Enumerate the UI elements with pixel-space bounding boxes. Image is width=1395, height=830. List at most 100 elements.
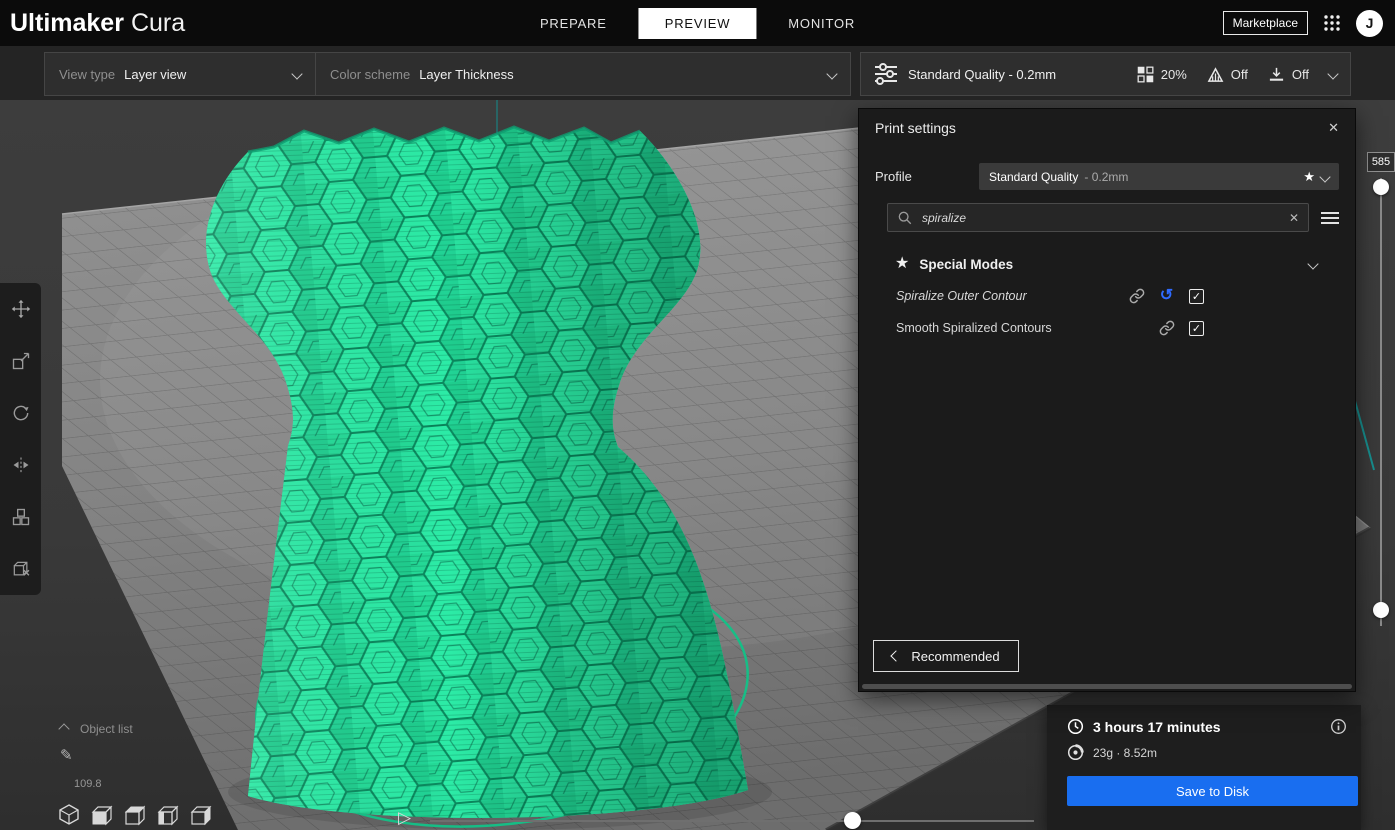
dimension-label: 109.8 <box>74 778 102 790</box>
view-left-icon[interactable] <box>156 804 180 826</box>
settings-menu-icon[interactable] <box>1321 209 1339 227</box>
tab-preview[interactable]: PREVIEW <box>639 8 757 39</box>
layer-slider-top-handle[interactable] <box>1373 179 1389 195</box>
object-list-toggle[interactable]: Object list <box>60 722 133 736</box>
view-type-dropdown[interactable]: View type Layer view <box>45 53 316 95</box>
account-avatar[interactable]: J <box>1356 10 1383 37</box>
print-job-summary: 3 hours 17 minutes 23g · 8.52m Save to D… <box>1047 705 1361 830</box>
search-icon <box>897 210 912 225</box>
material-usage-icon <box>1067 744 1084 761</box>
material-usage: 23g · 8.52m <box>1093 746 1157 760</box>
stage-tabs: PREPARE PREVIEW MONITOR <box>514 8 881 39</box>
clock-icon <box>1067 718 1084 735</box>
panel-title: Print settings <box>875 120 956 136</box>
link-icon <box>1159 320 1175 336</box>
profile-label: Profile <box>875 169 979 184</box>
scene-tool-column <box>0 283 41 595</box>
profile-dropdown[interactable]: Standard Quality - 0.2mm ★ <box>979 163 1339 190</box>
profile-name: Standard Quality <box>989 170 1078 184</box>
profile-detail: - 0.2mm <box>1084 170 1128 184</box>
infill-value: 20% <box>1161 67 1187 82</box>
support-blocker-icon <box>11 559 31 579</box>
print-settings-panel: Print settings ✕ Profile Standard Qualit… <box>858 108 1356 692</box>
support-icon <box>1207 66 1224 83</box>
revert-icon[interactable]: ↺ <box>1160 288 1173 304</box>
profile-summary: Standard Quality - 0.2mm <box>908 67 1056 82</box>
print-settings-summary-button[interactable]: Standard Quality - 0.2mm 20% Off <box>860 52 1351 96</box>
support-blocker-button[interactable] <box>0 543 41 595</box>
chevron-down-icon <box>1319 171 1330 182</box>
tab-monitor[interactable]: MONITOR <box>762 8 881 39</box>
layer-slider-track[interactable] <box>1380 178 1382 626</box>
star-icon: ★ <box>895 256 909 272</box>
view-front-icon[interactable] <box>90 804 114 826</box>
move-tool-button[interactable] <box>0 283 41 335</box>
print-time: 3 hours 17 minutes <box>1093 719 1221 735</box>
timeline-track[interactable] <box>430 820 1034 822</box>
setting-row-smooth-spiralized[interactable]: Smooth Spiralized Contours ✓ <box>859 316 1355 340</box>
recommended-label: Recommended <box>911 649 999 664</box>
brand-regular: Cura <box>131 9 185 37</box>
chevron-down-icon <box>1327 68 1338 79</box>
color-scheme-label: Color scheme <box>330 67 410 82</box>
save-to-disk-button[interactable]: Save to Disk <box>1067 776 1358 806</box>
color-scheme-dropdown[interactable]: Color scheme Layer Thickness <box>316 53 850 95</box>
view-right-icon[interactable] <box>189 804 213 826</box>
layer-slider: 585 <box>1366 150 1395 635</box>
rotate-tool-button[interactable] <box>0 387 41 439</box>
stage-menu-bar: View type Layer view Color scheme Layer … <box>0 46 1395 100</box>
recommended-button[interactable]: Recommended <box>873 640 1019 672</box>
per-model-settings-icon <box>11 507 31 527</box>
link-icon <box>1129 288 1145 304</box>
move-icon <box>11 299 31 319</box>
view-3d-icon[interactable] <box>57 804 81 826</box>
play-button[interactable]: ▷ <box>398 808 411 828</box>
marketplace-button[interactable]: Marketplace <box>1223 11 1308 35</box>
mirror-icon <box>11 455 31 475</box>
section-special-modes[interactable]: ★ Special Modes <box>895 252 1339 276</box>
rotate-icon <box>11 403 31 423</box>
application-header: UltimakerCura PREPARE PREVIEW MONITOR Ma… <box>0 0 1395 46</box>
view-top-icon[interactable] <box>123 804 147 826</box>
camera-view-buttons <box>57 804 213 826</box>
brand-logo: UltimakerCura <box>10 9 185 38</box>
close-icon[interactable]: ✕ <box>1328 120 1339 136</box>
view-type-value: Layer view <box>124 67 186 82</box>
star-icon: ★ <box>1303 169 1315 185</box>
object-list-label: Object list <box>80 722 133 736</box>
layer-slider-bottom-handle[interactable] <box>1373 602 1389 618</box>
spiralize-checkbox[interactable]: ✓ <box>1189 289 1204 304</box>
infill-icon <box>1137 66 1154 83</box>
scale-icon <box>11 351 31 371</box>
mirror-tool-button[interactable] <box>0 439 41 491</box>
setting-label: Spiralize Outer Contour <box>896 289 1027 303</box>
setting-row-spiralize[interactable]: Spiralize Outer Contour ↺ ✓ <box>859 284 1355 308</box>
smooth-spiralized-checkbox[interactable]: ✓ <box>1189 321 1204 336</box>
brand-bold: Ultimaker <box>10 9 124 37</box>
support-value: Off <box>1231 67 1248 82</box>
info-icon[interactable] <box>1330 718 1347 735</box>
edit-pencil-icon[interactable]: ✎ <box>60 746 73 764</box>
setting-label: Smooth Spiralized Contours <box>896 321 1052 335</box>
settings-search-box[interactable]: ✕ <box>887 203 1309 232</box>
view-type-label: View type <box>59 67 115 82</box>
panel-scrollbar[interactable] <box>862 684 1352 689</box>
scale-tool-button[interactable] <box>0 335 41 387</box>
layer-number-badge: 585 <box>1367 152 1395 172</box>
timeline-handle[interactable] <box>844 812 861 829</box>
chevron-down-icon <box>826 68 837 79</box>
chevron-left-icon <box>891 650 902 661</box>
apps-grid-icon[interactable] <box>1323 14 1341 32</box>
color-scheme-value: Layer Thickness <box>419 67 513 82</box>
clear-search-icon[interactable]: ✕ <box>1289 211 1299 225</box>
chevron-down-icon <box>291 68 302 79</box>
search-input[interactable] <box>920 210 1281 226</box>
per-model-settings-button[interactable] <box>0 491 41 543</box>
adhesion-value: Off <box>1292 67 1309 82</box>
tab-prepare[interactable]: PREPARE <box>514 8 633 39</box>
chevron-down-icon <box>1307 258 1318 269</box>
adhesion-icon <box>1268 66 1285 83</box>
print-settings-icon <box>874 63 898 85</box>
chevron-up-icon <box>58 723 69 734</box>
section-title: Special Modes <box>919 257 1013 272</box>
